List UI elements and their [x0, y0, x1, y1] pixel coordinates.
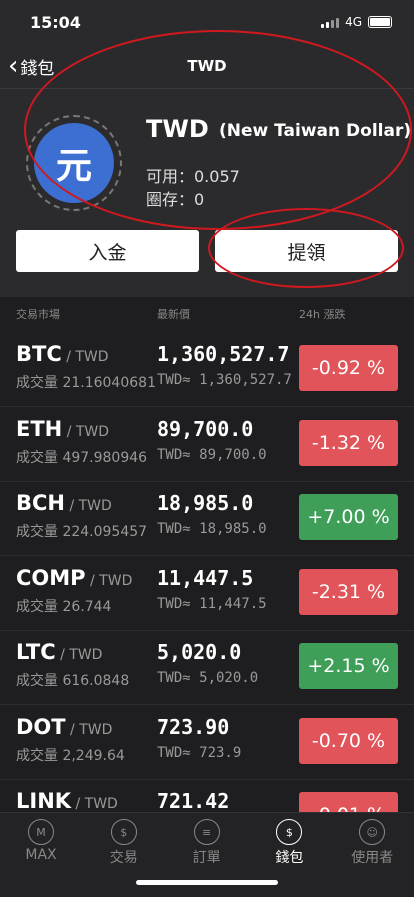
last-price: 723.90: [157, 714, 230, 739]
symbol-text: LINK: [16, 789, 72, 813]
volume: 成交量 497.980946: [16, 449, 148, 466]
change-badge[interactable]: +2.15 %: [299, 643, 398, 689]
tab-label: MAX: [25, 847, 57, 863]
market-row-btc[interactable]: BTC / TWD 成交量 21.16040681 1,360,527.7 TWD≈ …: [0, 332, 414, 407]
market-symbol: LTC / TWD: [16, 640, 102, 664]
symbol-text: BCH: [16, 491, 65, 515]
volume: 成交量 616.0848: [16, 673, 130, 689]
market-symbol: DOT / TWD: [16, 715, 112, 739]
quote-currency: / TWD: [61, 349, 109, 365]
twd-equivalent: TWD≈ 11,447.5: [157, 595, 267, 612]
quote-currency: / TWD: [62, 423, 110, 440]
status-time: 15:04: [30, 13, 81, 32]
user-icon: ☺: [359, 819, 386, 845]
market-row-comp[interactable]: COMP / TWD 成交量 26.744 11,447.5 TWD≈ 11,447.…: [0, 556, 414, 631]
tab-wallet[interactable]: $ 錢包: [248, 819, 330, 867]
column-header-market: 交易市場: [16, 308, 60, 321]
column-header-change: 24h 漲跌: [299, 308, 346, 321]
deposit-button[interactable]: 入金: [16, 230, 199, 272]
twd-equivalent: TWD≈ 5,020.0: [157, 670, 259, 686]
last-price: 5,020.0: [157, 640, 242, 664]
volume: 成交量 2,249.64: [16, 747, 125, 764]
volume: 成交量 224.095457: [16, 524, 148, 540]
symbol-text: ETH: [16, 416, 63, 441]
currency-code: TWD: [146, 115, 209, 143]
market-row-bch[interactable]: BCH / TWD 成交量 224.095457 18,985.0 TWD≈ 18,9…: [0, 481, 414, 556]
max-icon: M: [28, 819, 54, 845]
market-symbol: LINK / TWD: [16, 789, 118, 813]
twd-equivalent: TWD≈ 18,985.0: [157, 521, 267, 537]
last-price: 1,360,527.7: [157, 342, 290, 366]
volume: 成交量 26.744: [16, 598, 112, 615]
tab-label: 錢包: [275, 850, 304, 866]
market-row-ltc[interactable]: LTC / TWD 成交量 616.0848 5,020.0 TWD≈ 5,020.0…: [0, 630, 414, 705]
tab-exchange[interactable]: $ 交易: [83, 819, 165, 867]
wallet-icon: $: [276, 819, 303, 845]
home-indicator: [136, 880, 278, 885]
market-row-eth[interactable]: ETH / TWD 成交量 497.980946 89,700.0 TWD≈ 89,7…: [0, 407, 414, 482]
symbol-text: DOT: [16, 714, 66, 739]
tab-user[interactable]: ☺ 使用者: [331, 819, 413, 867]
tab-label: 使用者: [351, 850, 394, 866]
market-row-dot[interactable]: DOT / TWD 成交量 2,249.64 723.90 TWD≈ 723.9 -0.…: [0, 705, 414, 780]
market-symbol: BTC / TWD: [16, 342, 109, 366]
symbol-text: BTC: [16, 342, 62, 366]
change-badge[interactable]: -0.70 %: [299, 717, 398, 764]
last-price: 18,985.0: [157, 491, 254, 515]
currency-name: (New Taiwan Dollar): [219, 121, 412, 141]
change-badge[interactable]: -0.92 %: [299, 345, 398, 391]
last-price: 89,700.0: [157, 416, 254, 441]
last-price: 11,447.5: [157, 565, 254, 590]
held-balance: 圈存：0: [146, 190, 205, 209]
quote-currency: / TWD: [85, 572, 133, 589]
status-bar: 15:04 4G: [0, 0, 414, 44]
tab-max[interactable]: M MAX: [0, 819, 82, 863]
twd-coin-icon: 元: [34, 123, 114, 203]
signal-icon: [321, 17, 340, 28]
last-price: 721.42: [157, 789, 230, 813]
tab-orders[interactable]: ≡ 訂單: [166, 819, 248, 867]
symbol-text: COMP: [16, 565, 86, 590]
tab-label: 訂單: [192, 850, 221, 866]
twd-equivalent: TWD≈ 1,360,527.7: [157, 372, 292, 388]
battery-icon: [368, 16, 392, 28]
network-type: 4G: [345, 15, 362, 29]
exchange-icon: $: [110, 819, 137, 845]
column-header-latest: 最新價: [157, 308, 190, 321]
page-title: TWD: [187, 57, 227, 75]
available-balance: 可用：0.057: [146, 167, 240, 186]
twd-equivalent: TWD≈ 723.9: [157, 744, 242, 761]
twd-equivalent: TWD≈ 89,700.0: [157, 446, 267, 463]
market-symbol: BCH / TWD: [16, 491, 112, 515]
market-symbol: COMP / TWD: [16, 566, 132, 590]
orders-icon: ≡: [193, 819, 220, 845]
withdraw-button[interactable]: 提領: [215, 230, 398, 272]
quote-currency: / TWD: [65, 498, 112, 514]
quote-currency: / TWD: [65, 721, 113, 738]
change-badge[interactable]: -2.31 %: [299, 568, 398, 615]
volume: 成交量 21.16040681: [16, 375, 156, 391]
change-badge[interactable]: +7.00 %: [299, 494, 398, 540]
status-indicators: 4G: [321, 15, 392, 29]
tab-label: 交易: [109, 850, 138, 866]
quote-currency: / TWD: [71, 796, 118, 812]
market-symbol: ETH / TWD: [16, 417, 109, 441]
change-badge[interactable]: -1.32 %: [299, 419, 398, 466]
symbol-text: LTC: [16, 640, 56, 664]
quote-currency: / TWD: [55, 647, 103, 663]
navigation-bar: ‹ 錢包 TWD: [0, 44, 414, 89]
